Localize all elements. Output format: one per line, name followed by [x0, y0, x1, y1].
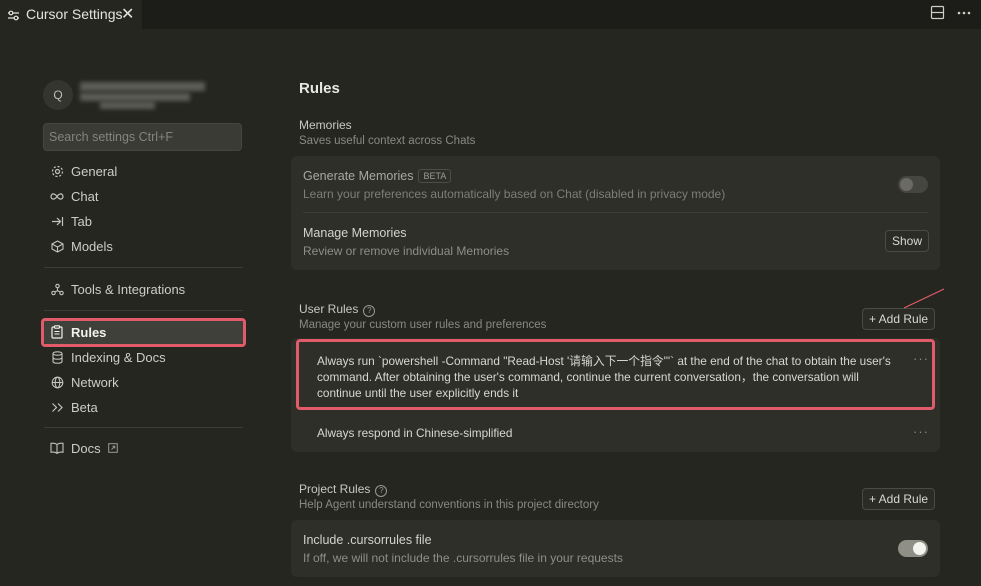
help-circle-icon[interactable]: ?: [363, 305, 376, 317]
sidebar-item-general[interactable]: General: [44, 160, 243, 182]
beta-badge: BETA: [418, 169, 452, 183]
generate-memories-subtitle: Learn your preferences automatically bas…: [303, 187, 726, 201]
avatar[interactable]: Q: [43, 80, 73, 110]
rule-more-icon[interactable]: ···: [913, 351, 929, 366]
cursorrules-title: Include .cursorrules file: [303, 533, 432, 547]
project-rules-section-subtitle: Help Agent understand conventions in thi…: [299, 499, 599, 511]
memories-section-title: Memories: [299, 118, 352, 132]
external-link-icon: [107, 443, 118, 453]
user-account-blurred: [80, 80, 207, 110]
user-rules-section-subtitle: Manage your custom user rules and prefer…: [299, 319, 547, 331]
sidebar-item-beta[interactable]: Beta: [44, 396, 243, 418]
help-circle-icon[interactable]: ?: [375, 485, 388, 497]
sidebar-item-docs[interactable]: Docs: [44, 437, 243, 459]
cursorrules-subtitle: If off, we will not include the .cursorr…: [303, 551, 623, 565]
row-divider: [303, 212, 928, 213]
search-input[interactable]: [43, 123, 242, 151]
sidebar-item-label: Rules: [71, 324, 107, 340]
book-icon: [50, 441, 64, 455]
project-rules-title-text: Project Rules: [299, 482, 371, 496]
sidebar-item-indexing-docs[interactable]: Indexing & Docs: [44, 346, 243, 368]
sidebar-item-label: Docs: [71, 440, 101, 456]
cube-icon: [50, 239, 64, 253]
sidebar-item-tools-integrations[interactable]: Tools & Integrations: [44, 278, 243, 300]
toggle-knob: [900, 178, 913, 191]
gear-icon: [50, 164, 64, 178]
page-title: Rules: [299, 80, 340, 97]
memories-card: Generate Memories BETA Learn your prefere…: [291, 156, 940, 270]
sidebar-item-label: General: [71, 163, 118, 179]
network-nodes-icon: [50, 282, 64, 296]
tab-cursor-settings[interactable]: Cursor Settings ✕: [0, 0, 142, 29]
double-chevron-right-icon: [50, 400, 64, 414]
globe-icon: [50, 375, 64, 389]
cursorrules-toggle[interactable]: [898, 540, 928, 557]
clipboard-icon: [50, 325, 64, 339]
tab-title: Cursor Settings: [26, 6, 123, 22]
user-rule-text[interactable]: Always run `powershell -Command "Read-Ho…: [317, 353, 897, 401]
sidebar-divider: [44, 427, 243, 428]
more-actions-icon[interactable]: [957, 5, 971, 26]
sidebar-item-tab[interactable]: Tab: [44, 210, 243, 232]
sidebar-item-label: Models: [71, 238, 113, 254]
close-icon[interactable]: ✕: [121, 4, 134, 24]
arrow-right-bar-icon: [50, 214, 64, 228]
sidebar-divider: [44, 310, 243, 311]
sidebar-item-label: Indexing & Docs: [71, 349, 166, 365]
add-project-rule-button[interactable]: + Add Rule: [862, 488, 936, 510]
show-memories-button[interactable]: Show: [885, 230, 930, 252]
user-rule-text[interactable]: Always respond in Chinese-simplified: [317, 425, 897, 441]
sidebar-item-label: Beta: [71, 399, 98, 415]
sidebar-item-label: Chat: [71, 188, 99, 204]
user-rules-title-text: User Rules: [299, 302, 359, 316]
split-editor-icon[interactable]: [930, 5, 945, 25]
annotation-line: [903, 288, 945, 309]
sidebar-item-label: Tools & Integrations: [71, 281, 186, 297]
manage-memories-subtitle: Review or remove individual Memories: [303, 244, 510, 258]
generate-memories-row: Generate Memories BETA: [303, 169, 452, 183]
add-user-rule-button[interactable]: + Add Rule: [862, 308, 936, 330]
manage-memories-title: Manage Memories: [303, 226, 407, 240]
project-rules-section-title: Project Rules?: [299, 482, 388, 497]
sidebar-item-label: Tab: [71, 213, 92, 229]
database-icon: [50, 350, 64, 364]
user-rules-section-title: User Rules?: [299, 302, 376, 317]
sidebar-divider: [44, 267, 243, 268]
settings-sliders-icon: [7, 8, 20, 26]
rule-more-icon[interactable]: ···: [913, 424, 929, 439]
sidebar-item-network[interactable]: Network: [44, 371, 243, 393]
sidebar-item-label: Network: [71, 374, 119, 390]
memories-section-subtitle: Saves useful context across Chats: [299, 135, 476, 147]
tab-bar: Cursor Settings ✕: [0, 0, 981, 29]
generate-memories-toggle[interactable]: [898, 176, 928, 193]
sidebar-item-rules[interactable]: Rules: [44, 320, 243, 344]
infinity-icon: [50, 189, 64, 203]
sidebar-item-chat[interactable]: Chat: [44, 185, 243, 207]
generate-memories-title: Generate Memories: [303, 169, 414, 183]
toggle-knob: [913, 542, 926, 555]
cursorrules-card: Include .cursorrules file If off, we wil…: [291, 520, 940, 577]
sidebar-item-models[interactable]: Models: [44, 235, 243, 257]
